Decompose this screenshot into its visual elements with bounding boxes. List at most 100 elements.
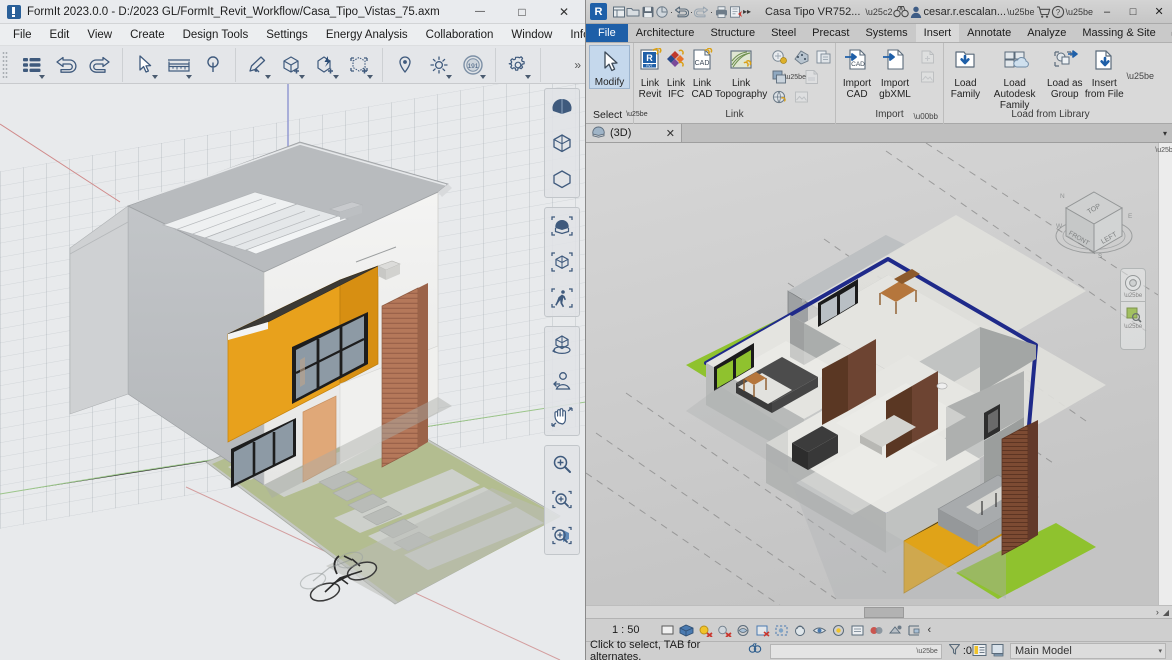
view-tab-close-icon[interactable]: ✕ [666,127,675,140]
temporary-view-properties-icon[interactable] [848,621,867,640]
design-option-arrow[interactable]: ▾ [1158,647,1165,655]
manage-links-icon[interactable] [768,87,790,107]
solid-dropdown-caret[interactable] [299,74,305,79]
quick-solid-dropdown-caret[interactable] [333,74,339,79]
new-icon[interactable] [612,1,626,22]
sketch-pencil-icon[interactable] [241,49,275,81]
link-cad-button[interactable]: CAD Link CAD [689,45,715,100]
layers-dropdown-caret[interactable] [39,74,45,79]
show-crop-region-icon[interactable] [772,621,791,640]
reveal-hidden-elements-icon[interactable] [829,621,848,640]
view-cube[interactable]: TOP FRONT LEFT W E S N [1048,178,1140,270]
look-around-icon[interactable] [545,363,579,399]
link-dropdown-caret[interactable]: \u25be [785,67,806,87]
selection-filter-combo[interactable]: \u25be [770,643,942,659]
redo-icon[interactable] [694,1,709,22]
window-resize-grip[interactable]: ◢ [1163,608,1172,617]
menu-energy-analysis[interactable]: Energy Analysis [317,26,417,44]
measure-icon[interactable] [729,1,743,22]
steering-wheel-icon[interactable] [1123,273,1143,293]
shaded-style-icon[interactable] [545,89,579,125]
toolbar-overflow-button[interactable]: » [574,58,585,72]
scroll-up-arrow[interactable]: \u25b2 [1155,143,1172,157]
crop-view-icon[interactable] [753,621,772,640]
menu-view[interactable]: View [78,26,121,44]
menu-window[interactable]: Window [502,26,561,44]
sketch-dropdown-caret[interactable] [265,74,271,79]
load-as-group-button[interactable]: Load as Group [1045,45,1084,100]
group-dropdown-caret[interactable] [367,74,373,79]
orbit-icon[interactable] [545,327,579,363]
group-add-icon[interactable] [343,49,377,81]
pan-hand-icon[interactable] [545,399,579,435]
formit-maximize-button[interactable]: □ [501,0,543,24]
design-option-combo[interactable]: Main Model ▾ [1010,643,1166,659]
insert-from-file-button[interactable]: Insert from File [1084,45,1124,100]
help-icon[interactable]: ? [1051,1,1065,22]
revit-3d-viewport[interactable]: TOP FRONT LEFT W E S N \u25be \u25be [586,143,1158,615]
select-cursor-icon[interactable] [128,49,162,81]
highlight-displacement-sets-icon[interactable] [886,621,905,640]
properties-toggle-icon[interactable] [972,643,987,660]
formit-3d-viewport[interactable] [0,84,585,660]
menu-settings[interactable]: Settings [257,26,317,44]
insert-from-file-dropdown-dot[interactable]: \u25be [1126,71,1154,81]
constraints-icon[interactable] [905,621,924,640]
link-ifc-button[interactable]: Link IFC [663,45,689,100]
view-tab-collapse-icon[interactable]: ▾ [1158,124,1172,142]
scrollbar-thumb[interactable] [864,606,904,618]
hidden-line-style-icon[interactable] [545,125,579,161]
sun-path-icon[interactable] [696,621,715,640]
point-cloud-icon[interactable] [790,47,812,67]
insert-file-icon[interactable] [916,47,938,67]
menu-file[interactable]: File [4,26,41,44]
load-family-button[interactable]: Load Family [947,45,984,100]
open-icon[interactable] [626,1,641,22]
sun-shadow-icon[interactable] [422,49,456,81]
tab-file[interactable]: File [586,24,628,42]
zoom-region-icon[interactable] [1123,304,1143,324]
walkthrough-icon[interactable] [545,280,579,316]
pdf-link-icon[interactable] [800,67,822,87]
menu-design-tools[interactable]: Design Tools [174,26,258,44]
tab-analyze[interactable]: Analyze [1019,24,1074,42]
ribbon-tabs-overflow[interactable]: ▸▸ [1164,24,1172,42]
filter-combo-arrow[interactable]: \u25be [916,648,940,655]
print-icon[interactable] [714,1,729,22]
solar-analysis-icon[interactable]: 191 [456,49,490,81]
tab-annotate[interactable]: Annotate [959,24,1019,42]
formit-close-button[interactable]: ✕ [543,0,585,24]
temporary-hide-isolate-icon[interactable] [810,621,829,640]
user-account-icon[interactable] [909,1,923,22]
sun-dropdown-caret[interactable] [446,74,452,79]
zoom-object-icon[interactable] [545,518,579,554]
shadows-icon[interactable] [715,621,734,640]
toolbar-grip[interactable] [2,50,8,79]
render-dialog-icon[interactable] [734,621,753,640]
save-icon[interactable] [641,1,655,22]
view-scale-label[interactable]: 1 : 50 [612,624,640,636]
solar-dropdown-caret[interactable] [480,74,486,79]
view-control-overflow[interactable]: ‹ [928,624,932,636]
detail-level-icon[interactable] [658,621,677,640]
modify-button[interactable]: Modify [589,45,630,89]
image-import-icon[interactable] [916,67,938,87]
tab-insert[interactable]: Insert [915,24,960,42]
sync-icon[interactable] [655,1,669,22]
add-solid-icon[interactable] [275,49,309,81]
select-dropdown-caret[interactable] [152,74,158,79]
measure-dropdown-caret[interactable] [186,74,192,79]
binoculars-icon[interactable] [893,1,910,22]
help-dropdown-arrow[interactable]: \u25be [1065,7,1095,17]
link-topography-button[interactable]: Link Topography [715,45,767,100]
link-revit-button[interactable]: R RVT Link Revit [637,45,663,100]
show-analytical-model-icon[interactable] [867,621,886,640]
zoom-selection-icon[interactable] [545,208,579,244]
filter-icon[interactable] [948,643,961,659]
dwf-markup-icon[interactable] [768,47,790,67]
location-pin-icon[interactable] [388,49,422,81]
load-autodesk-family-button[interactable]: Load Autodesk Family [984,45,1046,111]
undo-icon[interactable] [49,49,83,81]
horizontal-scrollbar[interactable]: › ◢ [586,605,1172,618]
quick-solid-icon[interactable] [309,49,343,81]
